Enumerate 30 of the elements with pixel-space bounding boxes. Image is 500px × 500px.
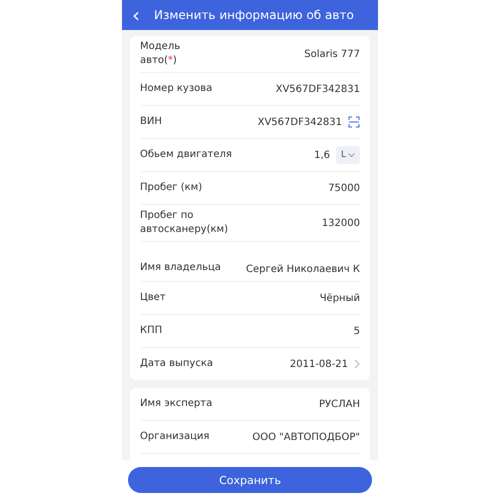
field-value[interactable]: 1,6 (314, 150, 330, 160)
field-value[interactable]: 132000 (322, 218, 360, 228)
header-title: Изменить информацию об авто (154, 8, 354, 22)
field-value[interactable]: 75000 (328, 182, 360, 194)
field-value[interactable]: 5 (354, 326, 360, 336)
field-label: ВИН (140, 114, 162, 129)
field-value[interactable]: Чёрный (320, 292, 360, 304)
field-label: КПП (140, 324, 162, 338)
save-button[interactable]: Сохранить (128, 467, 372, 493)
field-label: Организация (140, 430, 210, 444)
field-label: Цвет (140, 290, 166, 305)
field-label: Имя эксперта (140, 396, 212, 411)
back-button[interactable]: ‹ (132, 5, 140, 25)
field-value[interactable]: Сергей Николаевич К (246, 264, 360, 275)
field-value[interactable]: Solaris 777 (304, 48, 360, 60)
field-value[interactable]: XV567DF342831 (258, 116, 342, 128)
field-label: Номер кузова (140, 82, 212, 96)
field-label: Имя владельца (140, 260, 221, 274)
field-value[interactable]: ООО "АВТОПОДБОР" (252, 432, 360, 442)
field-label: Пробег (км) (140, 180, 202, 195)
field-label: Пробег по автосканеру(км) (140, 208, 229, 237)
field-label: Дата выпуска (140, 356, 213, 371)
field-value[interactable]: РУСЛАН (319, 398, 360, 410)
scan-icon[interactable] (348, 116, 360, 128)
caret-icon (348, 152, 355, 158)
field-value[interactable]: 2011-08-21 (290, 358, 348, 370)
field-label: Модель авто(*) (140, 40, 182, 68)
field-label: Обьем двигателя (140, 148, 232, 162)
unit-dropdown[interactable]: L (336, 146, 360, 164)
field-value[interactable]: XV567DF342831 (276, 84, 360, 94)
